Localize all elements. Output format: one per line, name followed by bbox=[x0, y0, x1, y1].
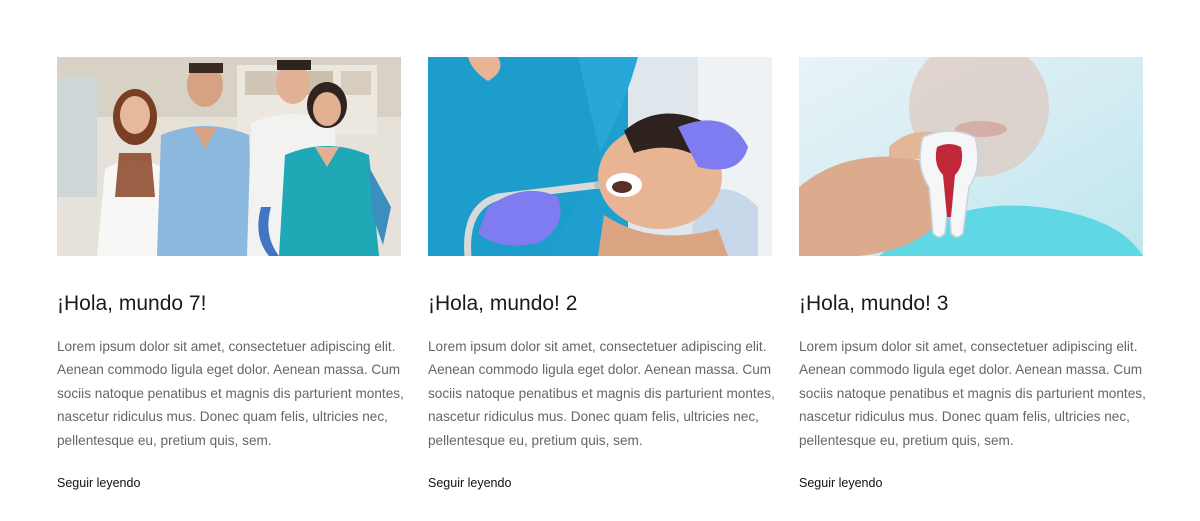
dental-checkup-image bbox=[428, 57, 772, 256]
post-card: ¡Hola, mundo! 3 Lorem ipsum dolor sit am… bbox=[799, 57, 1146, 490]
post-excerpt: Lorem ipsum dolor sit amet, consectetuer… bbox=[799, 339, 1146, 448]
post-title[interactable]: ¡Hola, mundo! 3 bbox=[799, 293, 1143, 315]
post-thumbnail-tooth-model[interactable] bbox=[799, 57, 1143, 256]
post-excerpt: Lorem ipsum dolor sit amet, consectetuer… bbox=[57, 339, 404, 448]
post-card: ¡Hola, mundo! 2 Lorem ipsum dolor sit am… bbox=[428, 57, 775, 490]
dental-team-image bbox=[57, 57, 401, 256]
posts-grid: ¡Hola, mundo 7! Lorem ipsum dolor sit am… bbox=[57, 57, 1146, 490]
read-more-link[interactable]: Seguir leyendo bbox=[799, 476, 882, 490]
post-excerpt: Lorem ipsum dolor sit amet, consectetuer… bbox=[428, 339, 775, 448]
tooth-model-image bbox=[799, 57, 1143, 256]
post-thumbnail-dental-team[interactable] bbox=[57, 57, 401, 256]
post-card: ¡Hola, mundo 7! Lorem ipsum dolor sit am… bbox=[57, 57, 404, 490]
post-title[interactable]: ¡Hola, mundo! 2 bbox=[428, 293, 772, 315]
read-more-link[interactable]: Seguir leyendo bbox=[428, 476, 511, 490]
read-more-link[interactable]: Seguir leyendo bbox=[57, 476, 140, 490]
post-title[interactable]: ¡Hola, mundo 7! bbox=[57, 293, 401, 315]
post-thumbnail-dental-checkup[interactable] bbox=[428, 57, 772, 256]
